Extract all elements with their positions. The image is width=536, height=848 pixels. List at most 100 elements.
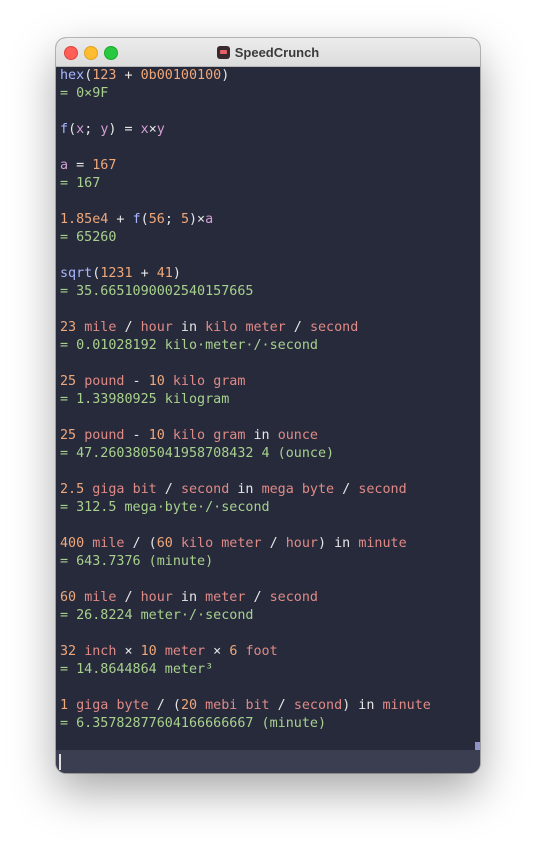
unit-token: inch: [84, 644, 117, 659]
operator-token: [76, 590, 84, 605]
unit-token: second: [358, 482, 407, 497]
entry-spacer: [60, 193, 480, 211]
expression-line[interactable]: 60 mile / hour in meter / second: [60, 589, 480, 607]
expression-line[interactable]: a = 167: [60, 157, 480, 175]
expression-input[interactable]: [56, 750, 480, 773]
scroll-indicator[interactable]: [475, 742, 480, 750]
operator-token: ) =: [108, 122, 141, 137]
history-entry[interactable]: hex(123 + 0b00100100) = 0×9F: [60, 67, 480, 121]
entry-spacer: [60, 103, 480, 121]
result-line[interactable]: = 14.8644864 meter³: [60, 661, 480, 679]
result-line[interactable]: = 0.01028192 kilo·meter·/·second: [60, 337, 480, 355]
operator-token: [76, 428, 84, 443]
result-line[interactable]: = 1.33980925 kilogram: [60, 391, 480, 409]
variable-token: x: [76, 122, 85, 137]
expression-line[interactable]: 32 inch × 10 meter × 6 foot: [60, 643, 480, 661]
expression-line[interactable]: f(x; y) = x×y: [60, 121, 480, 139]
number-token: 23: [60, 320, 77, 335]
unit-token: second: [180, 482, 230, 497]
history-entry[interactable]: 25 pound - 10 kilo gram in ounce = 47.260…: [60, 427, 480, 481]
operator-token: ×: [205, 644, 230, 659]
unit-token: meter: [221, 536, 262, 551]
history-entry[interactable]: 1 giga byte / (20 mebi bit / second) in …: [60, 697, 480, 733]
history-entry[interactable]: sqrt(1231 + 41) = 35.6651090002540157665: [60, 265, 480, 319]
title-bar: SpeedCrunch: [56, 38, 480, 67]
variable-token: a: [60, 158, 69, 173]
unit-token: foot: [245, 644, 278, 659]
operator-token: /: [261, 536, 286, 551]
history-entry[interactable]: 32 inch × 10 meter × 6 foot = 14.8644864 …: [60, 643, 480, 697]
entry-spacer: [60, 139, 480, 157]
number-token: 1231: [100, 266, 133, 281]
operator-token: /: [334, 482, 359, 497]
expression-line[interactable]: 23 mile / hour in kilo meter / second: [60, 319, 480, 337]
expression-line[interactable]: 400 mile / (60 kilo meter / hour) in min…: [60, 535, 480, 553]
result-line[interactable]: = 26.8224 meter·/·second: [60, 607, 480, 625]
operator-token: ×: [116, 644, 141, 659]
number-token: 41: [156, 266, 173, 281]
result-line[interactable]: = 0×9F: [60, 85, 480, 103]
unit-token: giga: [92, 482, 125, 497]
number-token: 25: [60, 374, 77, 389]
expression-line[interactable]: hex(123 + 0b00100100): [60, 67, 480, 85]
number-token: 10: [148, 374, 165, 389]
speedcrunch-window: SpeedCrunch hex(123 + 0b00100100) = 0×9F f…: [56, 38, 480, 773]
expression-line[interactable]: 1.85e4 + f(56; 5)×a: [60, 211, 480, 229]
history-entry[interactable]: 2.5 giga bit / second in mega byte / sec…: [60, 481, 480, 535]
result-line[interactable]: = 47.2603805041958708432 4 (ounce): [60, 445, 480, 463]
unit-token: meter: [205, 590, 246, 605]
operator-token: (: [68, 122, 77, 137]
expression-line[interactable]: 25 pound - 10 kilo gram: [60, 373, 480, 391]
result-line[interactable]: = 65260: [60, 229, 480, 247]
number-token: 167: [92, 158, 117, 173]
result-line[interactable]: = 312.5 mega·byte·/·second: [60, 499, 480, 517]
operator-token: [76, 374, 84, 389]
unit-token: byte: [116, 698, 149, 713]
operator-token: [76, 320, 84, 335]
history-entry[interactable]: 400 mile / (60 kilo meter / hour) in min…: [60, 535, 480, 589]
operator-token: / (: [124, 536, 157, 551]
window-title: SpeedCrunch: [234, 44, 320, 60]
result-line[interactable]: = 643.7376 (minute): [60, 553, 480, 571]
history-entry[interactable]: 25 pound - 10 kilo gram = 1.33980925 kilo…: [60, 373, 480, 427]
unit-token: minute: [358, 536, 407, 551]
operator-token: ) in: [342, 698, 383, 713]
result-line[interactable]: = 167: [60, 175, 480, 193]
operator-token: [68, 698, 76, 713]
operator-token: /: [245, 590, 270, 605]
operator-token: )×: [189, 212, 206, 227]
expression-line[interactable]: 1 giga byte / (20 mebi bit / second) in …: [60, 697, 480, 715]
history-entry[interactable]: 1.85e4 + f(56; 5)×a = 65260: [60, 211, 480, 265]
variable-token: y: [156, 122, 165, 137]
history-entry[interactable]: f(x; y) = x×y: [60, 121, 480, 157]
operator-token: / (: [148, 698, 181, 713]
expression-line[interactable]: 2.5 giga bit / second in mega byte / sec…: [60, 481, 480, 499]
operator-token: [157, 644, 165, 659]
history-entry[interactable]: a = 167 = 167: [60, 157, 480, 211]
operator-token: +: [116, 68, 141, 83]
unit-token: kilo: [205, 320, 238, 335]
entry-spacer: [60, 625, 480, 643]
entry-spacer: [60, 301, 480, 319]
variable-token: x: [140, 122, 149, 137]
number-token: 60: [156, 536, 173, 551]
result-line[interactable]: = 6.35782877604166666667 (minute): [60, 715, 480, 733]
unit-token: hour: [140, 590, 173, 605]
entry-spacer: [60, 247, 480, 265]
operator-token: [173, 536, 181, 551]
result-history[interactable]: hex(123 + 0b00100100) = 0×9F f(x; y) = x×y…: [56, 67, 480, 750]
expression-line[interactable]: 25 pound - 10 kilo gram in ounce: [60, 427, 480, 445]
number-token: 123: [92, 68, 117, 83]
number-token: 1.85e4: [60, 212, 109, 227]
result-line[interactable]: = 35.6651090002540157665: [60, 283, 480, 301]
unit-token: hour: [140, 320, 173, 335]
history-entry[interactable]: 60 mile / hour in meter / second = 26.822…: [60, 589, 480, 643]
unit-token: kilo: [172, 428, 206, 443]
window-title-group: SpeedCrunch: [56, 38, 480, 66]
history-entry[interactable]: 23 mile / hour in kilo meter / second = 0…: [60, 319, 480, 373]
expression-line[interactable]: sqrt(1231 + 41): [60, 265, 480, 283]
operator-token: in: [172, 320, 206, 335]
unit-token: mile: [92, 536, 125, 551]
operator-token: [165, 428, 173, 443]
operator-token: in: [229, 482, 262, 497]
